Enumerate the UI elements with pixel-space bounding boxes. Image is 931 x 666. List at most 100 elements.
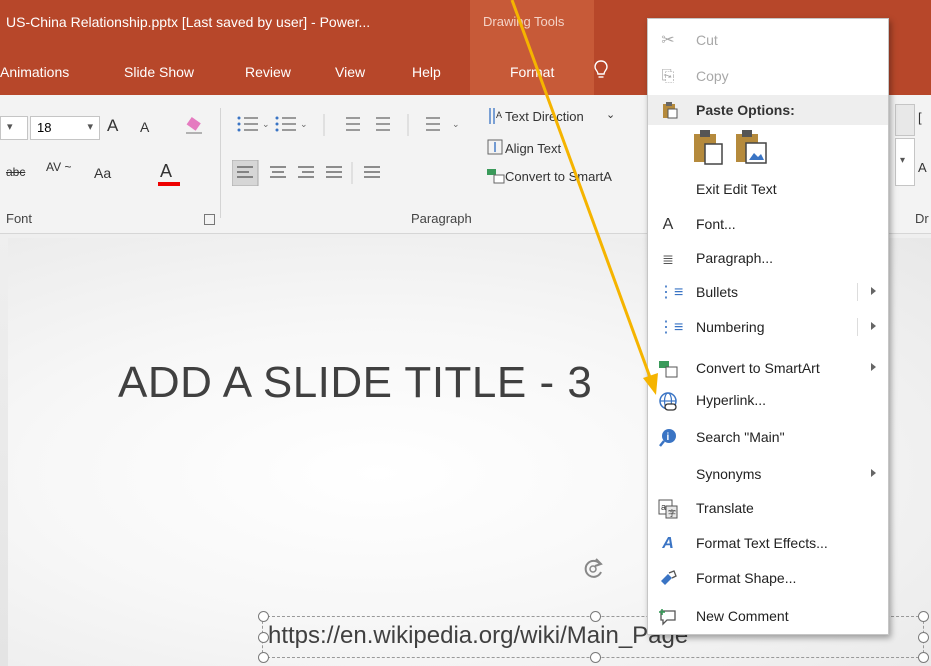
menu-item-new-comment[interactable]: New Comment	[648, 599, 888, 633]
text-effects-icon: A	[662, 535, 674, 552]
shapes-gallery-scroll-down[interactable]: ▾	[895, 138, 915, 186]
text-direction-icon[interactable]: A	[487, 106, 503, 126]
menu-label-paragraph: Paragraph...	[696, 250, 774, 266]
slide-title[interactable]: ADD A SLIDE TITLE - 3	[118, 358, 592, 408]
font-size-value: 18	[37, 120, 52, 135]
tab-slide-show[interactable]: Slide Show	[124, 64, 194, 80]
shrink-font-button[interactable]: A	[140, 119, 149, 135]
text-direction-dropdown-icon[interactable]: ⌄	[606, 108, 615, 121]
font-size-box[interactable]: 18 ▾	[30, 116, 100, 140]
menu-item-copy[interactable]: ⎘ Copy	[648, 59, 888, 93]
paste-icon	[663, 102, 678, 119]
convert-smartart-icon[interactable]	[487, 168, 505, 184]
menu-label-search: Search "Main"	[696, 429, 785, 445]
paste-options-label: Paste Options:	[696, 102, 795, 118]
character-spacing-icon[interactable]: AV ~	[46, 160, 71, 174]
ribbon-separator	[220, 108, 221, 218]
paste-picture-icon[interactable]	[734, 129, 768, 165]
submenu-divider	[857, 283, 858, 301]
shapes-gallery-scroll-up[interactable]	[895, 104, 915, 136]
font-group-label: Font	[6, 211, 33, 226]
menu-label-format-text-effects: Format Text Effects...	[696, 535, 828, 551]
menu-label-exit-edit-text: Exit Edit Text	[696, 181, 777, 197]
resize-handle-bottom-left[interactable]	[258, 652, 269, 663]
numbering-icon: ⋮≡	[658, 319, 684, 336]
convert-smartart-button[interactable]: Convert to SmartA	[505, 169, 612, 184]
menu-item-hyperlink[interactable]: Hyperlink...	[648, 383, 888, 417]
font-color-swatch	[158, 182, 180, 186]
drawing-group-label: Dr	[915, 211, 929, 226]
menu-label-new-comment: New Comment	[696, 608, 789, 624]
menu-label-convert-smartart: Convert to SmartArt	[696, 360, 820, 376]
tell-me-lightbulb-icon[interactable]	[593, 60, 609, 80]
drawing-tools-label: Drawing Tools	[483, 14, 565, 29]
align-text-button[interactable]: Align Text	[505, 141, 561, 156]
menu-item-synonyms[interactable]: Synonyms	[648, 457, 888, 491]
rotate-handle-icon[interactable]	[580, 556, 606, 582]
paragraph-align-controls-icon[interactable]	[232, 160, 412, 186]
paste-options-buttons	[692, 129, 782, 169]
submenu-arrow-icon	[871, 363, 876, 371]
arrange-button[interactable]: A	[918, 160, 927, 175]
menu-item-font[interactable]: A Font...	[648, 207, 888, 241]
url-text[interactable]: https://en.wikipedia.org/wiki/Main_Page	[268, 622, 688, 650]
scissors-icon: ✂	[661, 32, 675, 49]
tab-animations[interactable]: Animations	[0, 64, 69, 80]
tab-view[interactable]: View	[335, 64, 365, 80]
paragraph-list-controls-icon[interactable]: ⌄ ⌄ ⌄	[236, 112, 476, 140]
menu-item-format-shape[interactable]: Format Shape...	[648, 561, 888, 595]
hyperlink-icon	[659, 392, 677, 411]
font-color-button[interactable]: A	[160, 161, 172, 182]
menu-item-cut[interactable]: ✂ Cut	[648, 23, 888, 57]
bullets-icon: ⋮≡	[658, 284, 684, 301]
change-case-button[interactable]: Aa	[94, 165, 111, 181]
paste-keep-text-only-icon[interactable]	[692, 129, 724, 165]
context-menu: ✂ Cut ⎘ Copy Paste Options: Exit Edit Te…	[647, 18, 889, 635]
svg-text:⌄: ⌄	[262, 119, 270, 129]
submenu-arrow-icon	[871, 469, 876, 477]
resize-handle-top-left[interactable]	[258, 611, 269, 622]
tab-help[interactable]: Help	[412, 64, 441, 80]
svg-text:i: i	[667, 432, 670, 443]
menu-item-bullets[interactable]: ⋮≡ Bullets	[648, 275, 888, 309]
grow-font-button[interactable]: A	[107, 116, 118, 136]
menu-item-convert-smartart[interactable]: Convert to SmartArt	[648, 351, 888, 385]
svg-text:⌄: ⌄	[452, 119, 460, 129]
tab-format[interactable]: Format	[510, 64, 554, 80]
text-direction-button[interactable]: Text Direction	[505, 109, 584, 124]
menu-label-font: Font...	[696, 216, 736, 232]
menu-label-translate: Translate	[696, 500, 754, 516]
menu-item-translate[interactable]: a 字 Translate	[648, 491, 888, 525]
svg-text:⌄: ⌄	[300, 119, 308, 129]
menu-item-numbering[interactable]: ⋮≡ Numbering	[648, 310, 888, 344]
resize-handle-middle-right[interactable]	[918, 632, 929, 643]
submenu-arrow-icon	[871, 287, 876, 295]
drawing-partial-icon[interactable]: [	[918, 110, 922, 125]
new-comment-icon	[659, 609, 676, 626]
copy-icon: ⎘	[661, 68, 675, 85]
strikethrough-abc-icon[interactable]: abc	[6, 165, 25, 179]
window-title: US-China Relationship.pptx [Last saved b…	[6, 14, 371, 30]
submenu-divider	[857, 318, 858, 336]
font-name-dropdown[interactable]: ▾	[0, 116, 28, 140]
menu-label-format-shape: Format Shape...	[696, 570, 797, 586]
resize-handle-top-right[interactable]	[918, 611, 929, 622]
menu-label-copy: Copy	[696, 68, 729, 84]
resize-handle-bottom-right[interactable]	[918, 652, 929, 663]
resize-handle-bottom-middle[interactable]	[590, 652, 601, 663]
svg-text:A: A	[496, 110, 502, 120]
svg-text:字: 字	[668, 508, 676, 518]
font-dialog-launcher-icon[interactable]	[204, 214, 215, 225]
format-shape-icon	[661, 570, 677, 585]
align-text-icon[interactable]	[487, 139, 503, 155]
resize-handle-top-middle[interactable]	[590, 611, 601, 622]
menu-item-format-text-effects[interactable]: A Format Text Effects...	[648, 526, 888, 560]
clear-formatting-icon[interactable]	[183, 116, 205, 136]
translate-icon: a 字	[658, 499, 678, 519]
menu-item-exit-edit-text[interactable]: Exit Edit Text	[648, 172, 888, 206]
menu-item-search[interactable]: i Search "Main"	[648, 420, 888, 454]
menu-item-paragraph[interactable]: ≣ Paragraph...	[648, 241, 888, 275]
svg-text:a: a	[661, 502, 666, 512]
tab-review[interactable]: Review	[245, 64, 291, 80]
font-icon: A	[662, 216, 674, 233]
